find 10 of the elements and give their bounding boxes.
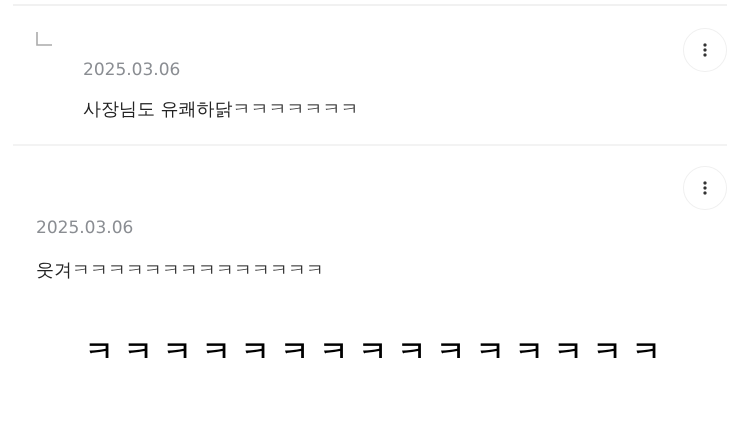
- comment-text: 사장님도 유쾌하닭ㅋㅋㅋㅋㅋㅋㅋ: [83, 98, 360, 121]
- more-button[interactable]: [683, 166, 727, 210]
- more-icon: [703, 43, 707, 57]
- comment-date: 2025.03.06: [36, 218, 134, 238]
- more-button[interactable]: [683, 28, 727, 72]
- comment-text: 웃겨ㅋㅋㅋㅋㅋㅋㅋㅋㅋㅋㅋㅋㅋㅋ: [36, 259, 325, 282]
- comment-date: 2025.03.06: [83, 60, 182, 80]
- more-icon: [703, 181, 707, 195]
- caption: ㅋ ㅋ ㅋ ㅋ ㅋ ㅋ ㅋ ㅋ ㅋ ㅋ ㅋ ㅋ ㅋ ㅋ ㅋ: [84, 333, 662, 370]
- reply-icon: [36, 32, 52, 46]
